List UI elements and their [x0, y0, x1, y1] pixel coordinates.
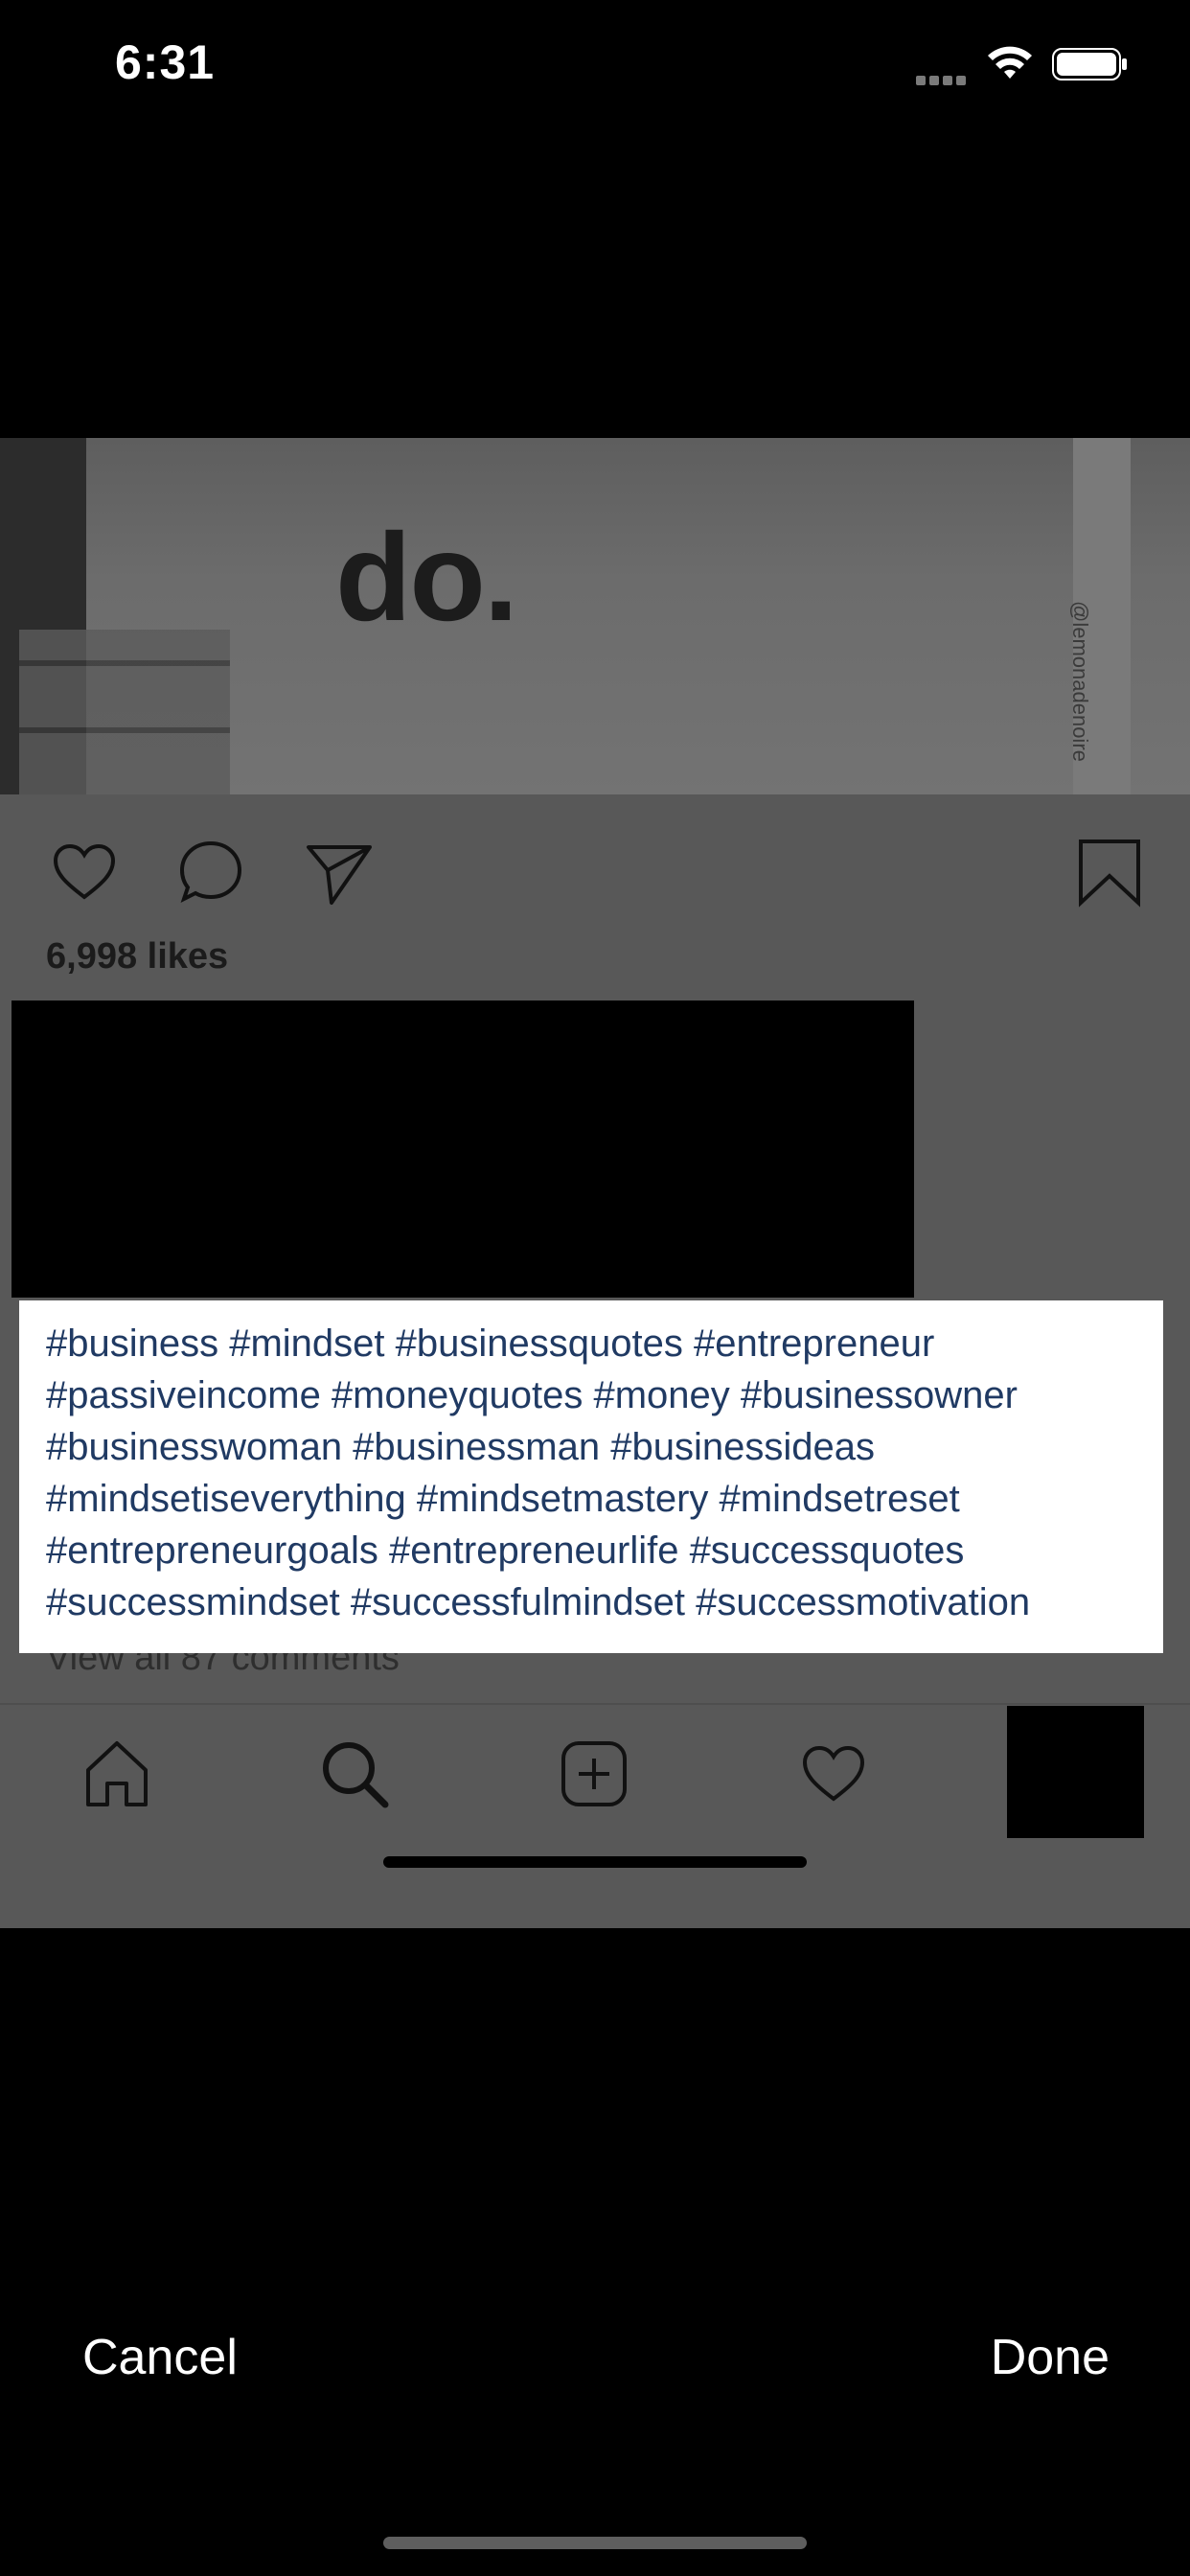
image-text: do.: [335, 507, 518, 647]
add-icon[interactable]: [556, 1736, 632, 1812]
status-time: 6:31: [115, 35, 216, 89]
wifi-icon: [988, 46, 1032, 79]
comment-icon[interactable]: [174, 836, 247, 908]
image-watermark: @lemonadenoire: [1068, 601, 1092, 762]
profile-tab-redacted[interactable]: [1007, 1706, 1144, 1838]
cancel-button[interactable]: Cancel: [82, 2329, 238, 2386]
share-icon[interactable]: [303, 836, 376, 908]
home-icon[interactable]: [79, 1736, 155, 1812]
activity-heart-icon[interactable]: [795, 1736, 872, 1812]
heart-icon[interactable]: [48, 836, 121, 908]
signal-icon: [916, 73, 973, 85]
search-icon[interactable]: [316, 1736, 393, 1812]
done-button[interactable]: Done: [991, 2329, 1110, 2386]
battery-icon: [1052, 48, 1127, 80]
caption-highlight-card: #business #mindset #businessquotes #entr…: [19, 1300, 1163, 1653]
image-bricks: [19, 630, 230, 794]
likes-count[interactable]: 6,998 likes: [46, 936, 228, 978]
post-preview: do. @lemonadenoire 6,998 likes View all …: [0, 438, 1190, 1928]
bookmark-icon[interactable]: [1073, 836, 1146, 908]
post-image: do. @lemonadenoire: [0, 438, 1190, 794]
inner-home-indicator: [383, 1856, 807, 1868]
post-action-row: [0, 836, 1190, 922]
home-indicator: [383, 2537, 807, 2549]
status-bar: 6:31: [0, 0, 1190, 125]
redacted-caption-area: [11, 1000, 914, 1298]
caption-hashtags[interactable]: #business #mindset #businessquotes #entr…: [46, 1318, 1157, 1628]
